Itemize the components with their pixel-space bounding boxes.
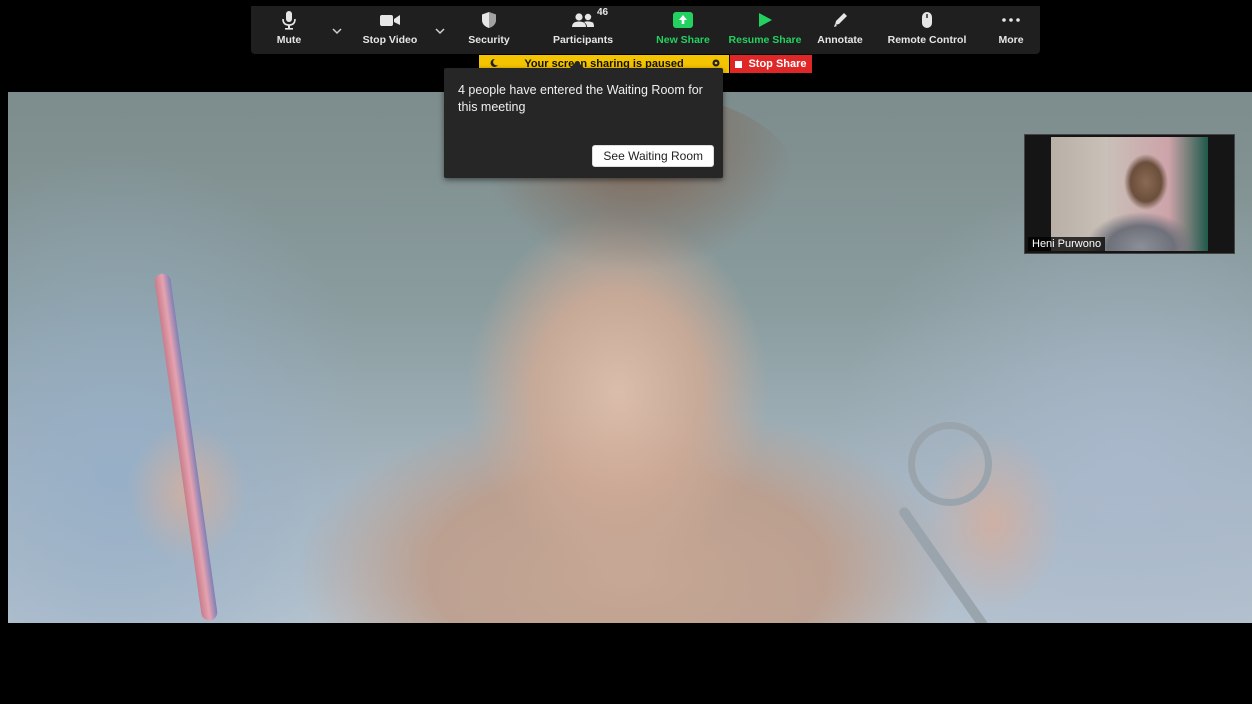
meeting-toolbar: Mute Stop Video Security 46 Participants…	[251, 6, 1040, 54]
security-label: Security	[468, 34, 510, 46]
mouse-icon	[921, 6, 933, 34]
participants-label: Participants	[552, 34, 614, 46]
share-up-arrow-icon	[672, 6, 694, 34]
mute-label: Mute	[276, 34, 302, 46]
stop-video-button[interactable]: Stop Video	[361, 6, 419, 54]
zoom-screen: Mute Stop Video Security 46 Participants…	[0, 0, 1252, 704]
more-button[interactable]: More	[991, 6, 1031, 54]
video-content-shape	[897, 505, 1009, 623]
waiting-room-notification: 4 people have entered the Waiting Room f…	[444, 61, 723, 178]
remote-control-button[interactable]: Remote Control	[885, 6, 969, 54]
more-label: More	[998, 34, 1024, 46]
video-content-shape	[153, 272, 219, 622]
participants-icon: 46	[571, 6, 608, 34]
new-share-label: New Share	[656, 34, 710, 46]
participants-count-badge: 46	[597, 7, 609, 18]
more-dots-icon	[1001, 6, 1021, 34]
resume-share-button[interactable]: Resume Share	[729, 6, 801, 54]
stop-share-label: Stop Share	[748, 58, 807, 70]
new-share-button[interactable]: New Share	[653, 6, 713, 54]
stop-video-label: Stop Video	[362, 34, 418, 46]
annotate-button[interactable]: Annotate	[815, 6, 865, 54]
video-camera-icon	[379, 6, 401, 34]
microphone-icon	[281, 6, 297, 34]
remote-control-label: Remote Control	[887, 34, 967, 46]
video-content-shape	[908, 422, 992, 506]
audio-options-chevron-down-icon[interactable]	[330, 24, 344, 38]
shield-icon	[481, 6, 497, 34]
video-options-chevron-down-icon[interactable]	[433, 24, 447, 38]
waiting-room-message: 4 people have entered the Waiting Room f…	[458, 83, 703, 114]
stop-square-icon	[735, 60, 743, 68]
annotate-label: Annotate	[817, 34, 863, 46]
resume-share-label: Resume Share	[728, 34, 802, 46]
security-button[interactable]: Security	[463, 6, 515, 54]
mute-button[interactable]: Mute	[271, 6, 307, 54]
pencil-icon	[832, 6, 848, 34]
participants-button[interactable]: 46 Participants	[551, 6, 615, 54]
participant-camera-feed	[1051, 137, 1208, 251]
play-icon	[757, 6, 773, 34]
self-video-tile[interactable]: Heni Purwono	[1024, 134, 1235, 254]
popup-pointer	[570, 61, 584, 68]
participant-name-label: Heni Purwono	[1028, 237, 1106, 251]
stop-share-button[interactable]: Stop Share	[730, 55, 812, 73]
see-waiting-room-button[interactable]: See Waiting Room	[592, 145, 714, 167]
